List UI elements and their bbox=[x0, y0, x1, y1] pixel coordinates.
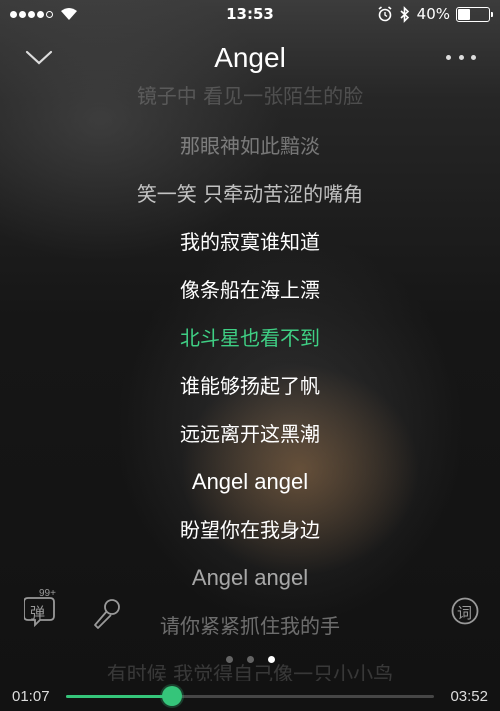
danmu-count-badge: 99+ bbox=[39, 588, 56, 599]
lyric-line[interactable]: 盼望你在我身边 bbox=[0, 518, 500, 542]
lyric-line[interactable]: Angel angel bbox=[0, 470, 500, 494]
more-dots-icon bbox=[471, 54, 476, 60]
song-title: Angel bbox=[214, 42, 286, 73]
danmu-label: 弹 bbox=[30, 604, 46, 622]
lyrics-toggle-label: 词 bbox=[457, 604, 473, 622]
current-time: 01:07 bbox=[12, 688, 50, 705]
lyric-line[interactable]: 镜子中 看见一张陌生的脸 bbox=[0, 86, 500, 108]
lyric-line[interactable]: 谁能够扬起了帆 bbox=[0, 374, 500, 398]
status-bar: 13:53 40% bbox=[0, 0, 500, 28]
more-dots-icon bbox=[446, 54, 451, 60]
lyric-line[interactable]: 远远离开这黑潮 bbox=[0, 422, 500, 446]
battery-level bbox=[458, 8, 470, 20]
lyrics-toggle-button[interactable]: 词 bbox=[450, 596, 480, 626]
microphone-icon bbox=[94, 599, 120, 629]
progress-fill bbox=[66, 695, 173, 698]
lyric-line[interactable]: 那眼神如此黯淡 bbox=[0, 134, 500, 158]
page-dot[interactable] bbox=[267, 656, 275, 663]
lyrics-controls: 弹 99+ 词 bbox=[0, 588, 500, 635]
page-dot[interactable] bbox=[246, 656, 254, 663]
lyric-line[interactable]: 像条船在海上漂 bbox=[0, 278, 500, 302]
total-time: 03:52 bbox=[450, 688, 488, 705]
progress-thumb[interactable] bbox=[162, 686, 183, 706]
playback-progress: 01:07 03:52 bbox=[0, 686, 500, 708]
lyric-line[interactable]: Angel angel bbox=[0, 566, 500, 590]
karaoke-mic-button[interactable] bbox=[90, 596, 124, 630]
more-options-button[interactable] bbox=[446, 46, 476, 68]
lyric-line-active[interactable]: 北斗星也看不到 bbox=[0, 326, 500, 350]
page-dot[interactable] bbox=[225, 656, 233, 663]
player-header: Angel bbox=[0, 36, 500, 80]
more-dots-icon bbox=[458, 54, 464, 60]
page-indicator[interactable] bbox=[0, 656, 500, 663]
lyric-line[interactable]: 我的寂寞谁知道 bbox=[0, 230, 500, 254]
danmu-button[interactable]: 弹 99+ bbox=[23, 588, 64, 628]
battery-icon bbox=[456, 6, 493, 22]
progress-track[interactable] bbox=[66, 686, 434, 706]
clock: 13:53 bbox=[226, 5, 274, 23]
lyric-line[interactable]: 有时候 我觉得自己像一只小小鸟 bbox=[0, 662, 500, 681]
lyric-line[interactable]: 笑一笑 只牵动苦涩的嘴角 bbox=[0, 182, 500, 206]
chevron-down-icon bbox=[25, 50, 53, 65]
collapse-button[interactable] bbox=[24, 46, 54, 68]
